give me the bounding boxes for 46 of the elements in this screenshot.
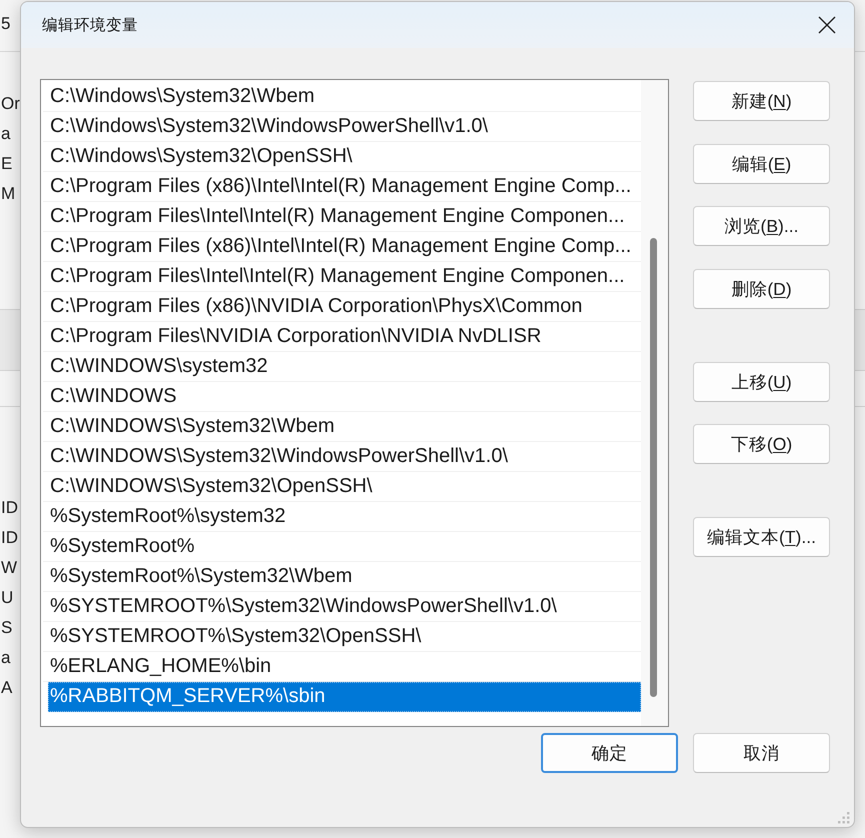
close-icon	[818, 16, 836, 34]
dialog-button[interactable]: 确定	[541, 733, 678, 773]
list-row-text: M	[0, 183, 16, 205]
resize-grip-icon[interactable]	[836, 811, 850, 825]
action-button[interactable]: 编辑文本(T)...	[693, 517, 830, 557]
dialog-title: 编辑环境变量	[42, 16, 138, 36]
action-button[interactable]: 浏览(B)...	[693, 206, 830, 246]
list-row-text: Or	[0, 93, 20, 115]
list-row-text: A	[0, 677, 12, 699]
path-list-item[interactable]: C:\Windows\System32\OpenSSH\	[43, 142, 641, 172]
path-list-item[interactable]: %SystemRoot%\system32	[43, 502, 641, 532]
path-list-item[interactable]: %SYSTEMROOT%\System32\WindowsPowerShell\v1.0\	[43, 592, 641, 622]
scrollbar-thumb[interactable]	[650, 238, 657, 697]
path-list-item[interactable]: %SystemRoot%	[43, 532, 641, 562]
path-list-item[interactable]: C:\Program Files (x86)\NVIDIA Corporation\PhysX\Common	[43, 292, 641, 322]
path-list-item[interactable]: C:\Program Files\Intel\Intel(R) Management Engine Componen...	[43, 202, 641, 232]
path-list-item[interactable]: C:\Windows\System32\Wbem	[43, 82, 641, 112]
action-button[interactable]: 下移(O)	[693, 424, 830, 464]
list-row-text: U	[0, 587, 14, 609]
path-list-item[interactable]: C:\WINDOWS	[43, 382, 641, 412]
path-list-item[interactable]: C:\WINDOWS\System32\Wbem	[43, 412, 641, 442]
action-button[interactable]: 删除(D)	[693, 268, 830, 308]
dialog-button[interactable]: 取消	[693, 733, 830, 773]
action-button[interactable]: 编辑(E)	[693, 144, 830, 184]
path-list-item[interactable]: C:\Program Files\Intel\Intel(R) Management Engine Componen...	[43, 262, 641, 292]
path-list-item[interactable]: C:\WINDOWS\system32	[43, 352, 641, 382]
list-row-text: ID	[0, 497, 18, 519]
list-row-text: a	[0, 123, 10, 145]
path-list-item[interactable]: %RABBITQM_SERVER%\sbin	[48, 682, 641, 712]
path-list-item[interactable]: %SystemRoot%\System32\Wbem	[43, 562, 641, 592]
path-list-item[interactable]: C:\Program Files (x86)\Intel\Intel(R) Management Engine Comp...	[43, 232, 641, 262]
window-title: 5	[0, 13, 10, 35]
list-row-text: W	[0, 557, 18, 579]
path-list-item[interactable]: C:\WINDOWS\System32\OpenSSH\	[43, 472, 641, 502]
path-list-item[interactable]: C:\Program Files\NVIDIA Corporation\NVIDIA NvDLISR	[43, 322, 641, 352]
path-list-item[interactable]: C:\Program Files (x86)\Intel\Intel(R) Management Engine Comp...	[43, 172, 641, 202]
action-button[interactable]: 新建(N)	[693, 81, 830, 121]
path-list-item[interactable]: C:\Windows\System32\WindowsPowerShell\v1.0\	[43, 112, 641, 142]
list-row-text: S	[0, 617, 12, 639]
list-row-text: ID	[0, 527, 18, 549]
path-list-item[interactable]: %SYSTEMROOT%\System32\OpenSSH\	[43, 622, 641, 652]
path-list-item[interactable]: C:\WINDOWS\System32\WindowsPowerShell\v1.0\	[43, 442, 641, 472]
action-button[interactable]: 上移(U)	[693, 362, 830, 402]
scrollbar-track[interactable]	[641, 80, 668, 726]
list-row-text: a	[0, 647, 10, 669]
list-row-text: E	[0, 153, 12, 175]
